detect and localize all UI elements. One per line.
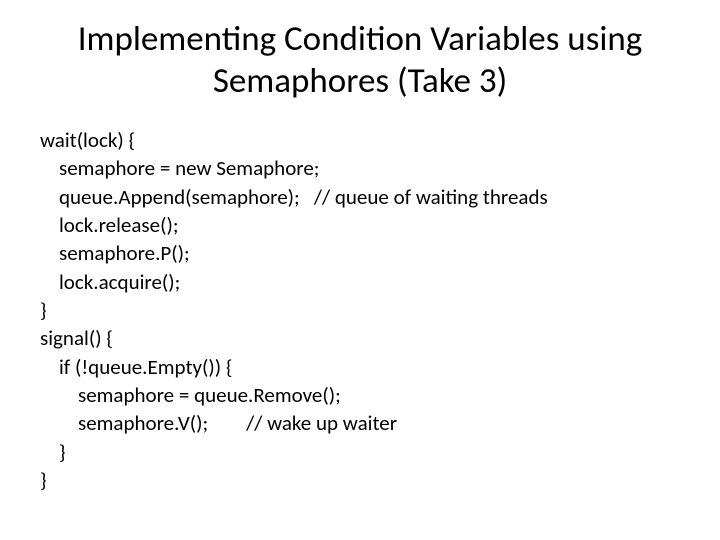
slide-title: Implementing Condition Variables using S… [40, 18, 680, 102]
code-block: wait(lock) { semaphore = new Semaphore; … [40, 126, 680, 494]
slide-container: Implementing Condition Variables using S… [0, 0, 720, 514]
